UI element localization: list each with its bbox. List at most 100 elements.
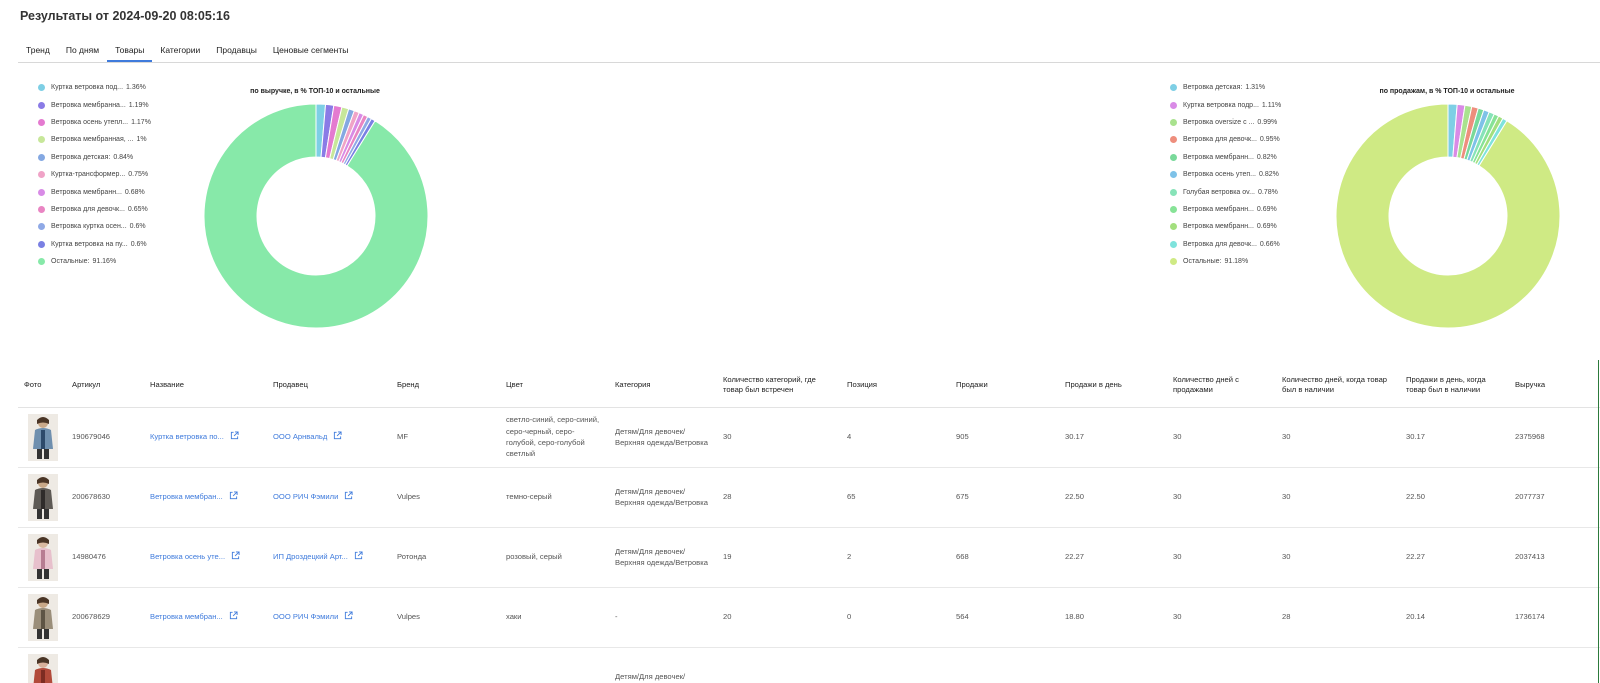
product-link[interactable]: Ветровка мембран... bbox=[150, 491, 238, 501]
tab-categories[interactable]: Категории bbox=[152, 40, 208, 62]
tab-products[interactable]: Товары bbox=[107, 40, 153, 62]
product-name[interactable]: Ветровка осень уте... bbox=[150, 552, 225, 561]
tab-sellers[interactable]: Продавцы bbox=[208, 40, 265, 62]
donut-slice[interactable] bbox=[203, 103, 429, 329]
legend-value: 1.19% bbox=[128, 101, 149, 109]
col-days-with-sales[interactable]: Количество дней с продажами bbox=[1167, 363, 1276, 408]
product-link[interactable]: Куртка ветровка по... bbox=[150, 431, 239, 441]
legend-label: Ветровка мембранна... bbox=[51, 101, 126, 109]
product-photo[interactable] bbox=[28, 593, 58, 641]
col-sales-per-day[interactable]: Продажи в день bbox=[1059, 363, 1167, 408]
legend-item[interactable]: Ветровка детская: 1.31% bbox=[1170, 79, 1281, 96]
legend-dot-icon bbox=[1170, 136, 1177, 144]
product-name[interactable]: Ветровка мембран... bbox=[150, 612, 223, 621]
legend-dot-icon bbox=[38, 171, 45, 179]
category-count-cell bbox=[717, 647, 841, 683]
seller-link[interactable]: ООО РИЧ Фэмили bbox=[273, 491, 353, 501]
col-brand[interactable]: Бренд bbox=[391, 363, 500, 408]
external-link-icon[interactable] bbox=[344, 491, 353, 500]
tab-by-days[interactable]: По дням bbox=[58, 40, 107, 62]
seller-name[interactable]: ООО РИЧ Фэмили bbox=[273, 612, 338, 621]
legend-value: 0.65% bbox=[127, 205, 148, 213]
product-link[interactable]: Ветровка мембран... bbox=[150, 611, 238, 621]
legend-item[interactable]: Ветровка мембранная, ... 1% bbox=[38, 131, 151, 148]
product-link[interactable]: Ветровка осень уте... bbox=[150, 551, 240, 561]
external-link-icon[interactable] bbox=[231, 551, 240, 560]
products-table: Фото Артикул Название Продавец Бренд Цве… bbox=[18, 363, 1600, 683]
sales-cell bbox=[950, 647, 1059, 683]
article-cell: 190679046 bbox=[66, 407, 144, 468]
legend-label: Куртка-трансформер... bbox=[51, 171, 126, 179]
seller-name[interactable]: ООО Арнвальд bbox=[273, 432, 327, 441]
legend-item[interactable]: Ветровка детская: 0.84% bbox=[38, 149, 151, 166]
table-row[interactable]: Детям/Для девочек/ bbox=[18, 647, 1600, 683]
legend-item[interactable]: Куртка ветровка под... 1.36% bbox=[38, 79, 151, 96]
donut-slice[interactable] bbox=[1335, 103, 1561, 329]
legend-item[interactable]: Ветровка мембранн... 0.82% bbox=[1170, 149, 1281, 166]
col-sales[interactable]: Продажи bbox=[950, 363, 1059, 408]
legend-item[interactable]: Ветровка для девочк... 0.65% bbox=[38, 201, 151, 218]
sales-chart-title: по продажам, в % ТОП-10 и остальные bbox=[1379, 88, 1515, 95]
tab-trend[interactable]: Тренд bbox=[18, 40, 58, 62]
legend-item[interactable]: Ветровка мембранн... 0.69% bbox=[1170, 218, 1281, 235]
legend-item[interactable]: Ветровка осень утепл... 1.17% bbox=[38, 114, 151, 131]
legend-item[interactable]: Остальные: 91.16% bbox=[38, 253, 151, 270]
legend-item[interactable]: Ветровка куртка осен... 0.6% bbox=[38, 218, 151, 235]
photo-cell bbox=[18, 647, 66, 683]
legend-item[interactable]: Ветровка мембранна... 1.19% bbox=[38, 96, 151, 113]
product-photo[interactable] bbox=[28, 413, 58, 461]
product-photo[interactable] bbox=[28, 473, 58, 521]
table-row[interactable]: 200678630 Ветровка мембран... ООО РИЧ Фэм… bbox=[18, 467, 1600, 528]
legend-label: Ветровка мембранн... bbox=[1183, 205, 1254, 213]
days-with-sales-cell bbox=[1167, 647, 1276, 683]
legend-item[interactable]: Ветровка oversize с ... 0.99% bbox=[1170, 114, 1281, 131]
legend-item[interactable]: Ветровка мембранн... 0.68% bbox=[38, 183, 151, 200]
seller-name[interactable]: ИП Дроздецкий Арт... bbox=[273, 552, 348, 561]
legend-item[interactable]: Куртка ветровка подр... 1.11% bbox=[1170, 96, 1281, 113]
seller-cell: ООО Арнвальд bbox=[267, 407, 391, 468]
legend-item[interactable]: Ветровка для девочк... 0.95% bbox=[1170, 131, 1281, 148]
external-link-icon[interactable] bbox=[344, 611, 353, 620]
col-sales-per-day-in-stock[interactable]: Продажи в день, когда товар был в наличи… bbox=[1400, 363, 1509, 408]
external-link-icon[interactable] bbox=[230, 431, 239, 440]
tab-price-segments[interactable]: Ценовые сегменты bbox=[265, 40, 357, 62]
legend-label: Голубая ветровка ov... bbox=[1183, 188, 1255, 196]
seller-link[interactable]: ИП Дроздецкий Арт... bbox=[273, 551, 363, 561]
table-row[interactable]: 200678629 Ветровка мембран... ООО РИЧ Фэм… bbox=[18, 587, 1600, 648]
legend-item[interactable]: Голубая ветровка ov... 0.78% bbox=[1170, 183, 1281, 200]
col-position[interactable]: Позиция bbox=[841, 363, 950, 408]
sales-per-day-cell: 22.27 bbox=[1059, 527, 1167, 588]
seller-name[interactable]: ООО РИЧ Фэмили bbox=[273, 492, 338, 501]
external-link-icon[interactable] bbox=[333, 431, 342, 440]
photo-cell bbox=[18, 467, 66, 528]
col-article[interactable]: Артикул bbox=[66, 363, 144, 408]
col-seller[interactable]: Продавец bbox=[267, 363, 391, 408]
legend-label: Ветровка осень утеп... bbox=[1183, 171, 1256, 179]
legend-item[interactable]: Куртка-трансформер... 0.75% bbox=[38, 166, 151, 183]
product-name[interactable]: Куртка ветровка по... bbox=[150, 432, 224, 441]
col-category-count[interactable]: Количество категорий, где товар был встр… bbox=[717, 363, 841, 408]
table-row[interactable]: 190679046 Куртка ветровка по... ООО Арнва… bbox=[18, 407, 1600, 468]
external-link-icon[interactable] bbox=[354, 551, 363, 560]
seller-link[interactable]: ООО Арнвальд bbox=[273, 431, 342, 441]
col-photo[interactable]: Фото bbox=[18, 363, 66, 408]
external-link-icon[interactable] bbox=[229, 491, 238, 500]
product-name[interactable]: Ветровка мембран... bbox=[150, 492, 223, 501]
legend-value: 0.6% bbox=[130, 240, 147, 248]
col-name[interactable]: Название bbox=[144, 363, 267, 408]
legend-item[interactable]: Ветровка осень утеп... 0.82% bbox=[1170, 166, 1281, 183]
legend-item[interactable]: Ветровка для девочк... 0.66% bbox=[1170, 236, 1281, 253]
col-days-in-stock[interactable]: Количество дней, когда товар был в налич… bbox=[1276, 363, 1400, 408]
col-revenue[interactable]: Выручка bbox=[1509, 363, 1600, 408]
product-photo[interactable] bbox=[28, 653, 58, 683]
col-category[interactable]: Категория bbox=[609, 363, 717, 408]
days-in-stock-cell: 30 bbox=[1276, 467, 1400, 528]
legend-item[interactable]: Остальные: 91.18% bbox=[1170, 253, 1281, 270]
product-photo[interactable] bbox=[28, 533, 58, 581]
legend-item[interactable]: Ветровка мембранн... 0.69% bbox=[1170, 201, 1281, 218]
seller-link[interactable]: ООО РИЧ Фэмили bbox=[273, 611, 353, 621]
col-color[interactable]: Цвет bbox=[500, 363, 609, 408]
legend-item[interactable]: Куртка ветровка на пу... 0.6% bbox=[38, 236, 151, 253]
table-row[interactable]: 14980476 Ветровка осень уте... ИП Дроздец… bbox=[18, 527, 1600, 588]
external-link-icon[interactable] bbox=[229, 611, 238, 620]
